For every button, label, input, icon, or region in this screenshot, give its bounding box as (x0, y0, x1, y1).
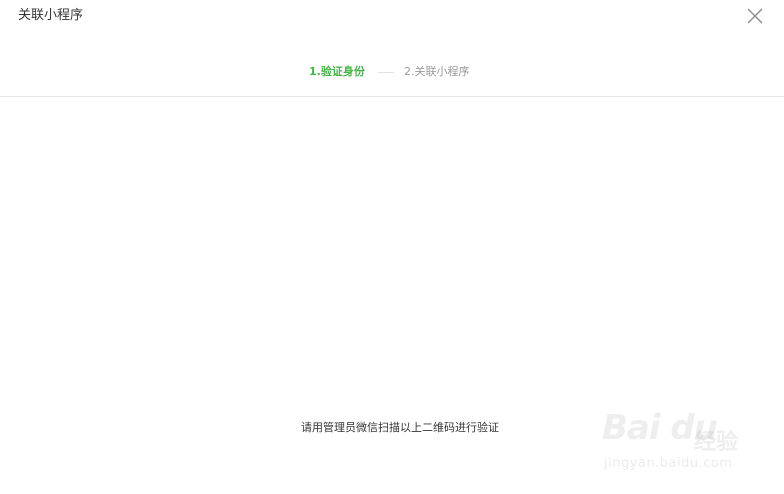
step-separator (378, 72, 394, 73)
dialog-header: 关联小程序 (0, 0, 784, 36)
qr-instruction-text: 请用管理员微信扫描以上二维码进行验证 (301, 421, 499, 434)
close-button[interactable] (744, 5, 766, 27)
dialog-title: 关联小程序 (18, 8, 84, 23)
watermark-url: jingyan.baidu.com (604, 456, 733, 471)
step-verify-identity: 1.验证身份 (309, 65, 365, 78)
link-mini-program-dialog: 关联小程序 1.验证身份 2.关联小程序 请用管理员微信扫描以上二维码进行验证 … (0, 0, 784, 494)
step-link-mini-program: 2.关联小程序 (404, 65, 470, 78)
close-icon (747, 8, 763, 24)
watermark: Bai du 经验 jingyan.baidu.com (594, 404, 754, 478)
qr-code-area (0, 97, 784, 407)
step-indicator: 1.验证身份 2.关联小程序 (0, 63, 784, 81)
